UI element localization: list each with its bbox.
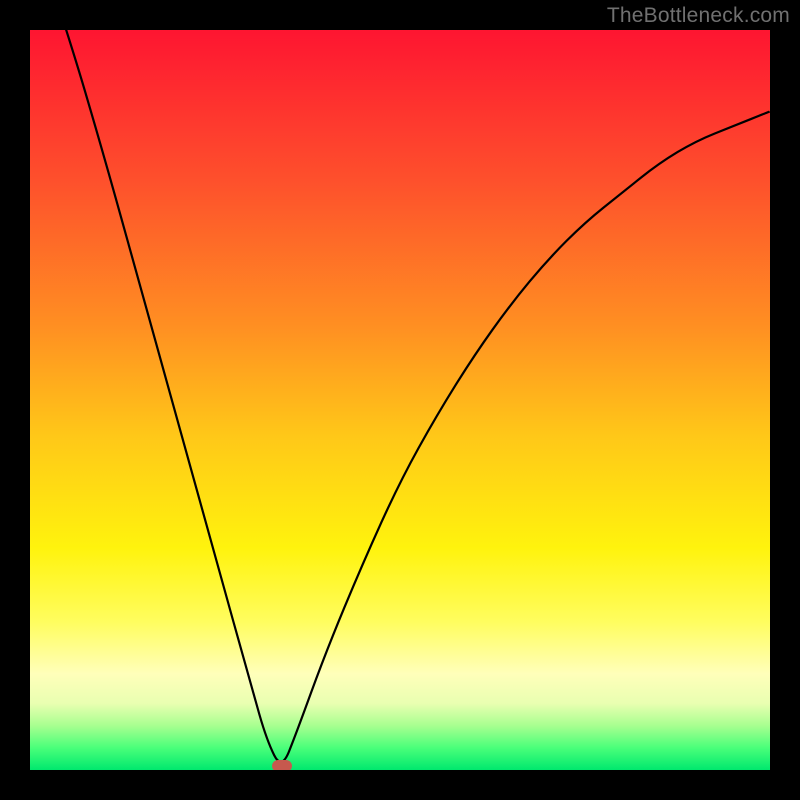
optimal-point-marker bbox=[272, 760, 292, 770]
watermark-text: TheBottleneck.com bbox=[607, 4, 790, 28]
bottleneck-curve bbox=[30, 30, 770, 770]
chart-frame: TheBottleneck.com bbox=[0, 0, 800, 800]
plot-area bbox=[30, 30, 770, 770]
